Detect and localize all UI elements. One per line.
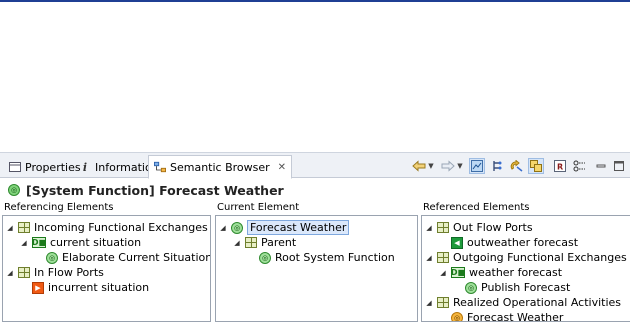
grid-category-icon (437, 297, 449, 308)
expand-toggle-icon[interactable]: ◢ (6, 224, 14, 232)
tree-item-label: incurrent situation (48, 281, 150, 294)
grid-category-icon (18, 267, 30, 278)
maximize-icon[interactable] (611, 158, 627, 174)
referenced-elements-panel: Referenced Elements ◢ Out Flow Ports ◀ o… (421, 202, 630, 322)
tree-item-selected[interactable]: ◢ ◎ Forecast Weather (219, 220, 350, 235)
tree-item-label: Forecast Weather (467, 311, 564, 322)
referenced-elements-header: Referenced Elements (423, 202, 530, 213)
grid-category-icon (437, 222, 449, 233)
tree-item[interactable]: ◢ Incoming Functional Exchanges (6, 220, 208, 235)
grid-category-icon (18, 222, 30, 233)
expand-toggle-icon[interactable]: ◢ (20, 239, 28, 247)
tree-item[interactable]: ◎ Root System Function (259, 250, 395, 265)
tree-item[interactable]: ▶ incurrent situation (32, 280, 149, 295)
tree-item[interactable]: ◢ D■ weather forecast (439, 265, 562, 280)
system-function-icon: ◎ (46, 251, 58, 264)
semantic-browser-icon (154, 161, 166, 173)
tree-item-label: Realized Operational Activities (453, 296, 622, 309)
show-diagram-icon[interactable] (469, 158, 485, 174)
tree-item[interactable]: ◢ D■ current situation (20, 235, 141, 250)
view-tab-bar: Properties i Information Semantic Browse… (0, 152, 630, 179)
expand-toggle-icon[interactable]: ◢ (6, 269, 14, 277)
expand-toggle-icon[interactable]: ◢ (219, 224, 227, 232)
tree-item-label: Parent (261, 236, 297, 249)
system-function-icon: ◎ (231, 221, 243, 234)
functional-exchange-icon: D■ (31, 237, 47, 248)
referencing-elements-tree[interactable]: ◢ Incoming Functional Exchanges ◢ D■ cur… (2, 215, 211, 322)
expand-toggle-icon[interactable]: ◢ (233, 239, 241, 247)
tree-item[interactable]: ◢ Parent (233, 235, 296, 250)
svg-text:R: R (557, 163, 563, 172)
output-port-icon: ◀ (451, 236, 463, 249)
tree-item-label: current situation (50, 236, 142, 249)
link-with-editor-icon[interactable] (489, 158, 505, 174)
tree-item[interactable]: ◢ Out Flow Ports (425, 220, 533, 235)
forward-history-dropdown-icon[interactable]: ▼ (456, 158, 464, 174)
referencing-elements-panel: Referencing Elements ◢ Incoming Function… (2, 202, 211, 322)
tree-item[interactable]: ◢ Outgoing Functional Exchanges (425, 250, 627, 265)
tab-semantic-browser[interactable]: Semantic Browser ✕ (148, 155, 293, 179)
forward-arrow-icon[interactable] (440, 158, 456, 174)
tree-item[interactable]: ◢ In Flow Ports (6, 265, 104, 280)
tree-item-label: In Flow Ports (34, 266, 104, 279)
tree-item-label: Publish Forecast (481, 281, 571, 294)
expand-toggle-icon[interactable]: ◢ (425, 224, 433, 232)
tree-item[interactable]: ◀ outweather forecast (451, 235, 578, 250)
tree-item-label: Incoming Functional Exchanges (34, 221, 208, 234)
current-element-header: Current Element (217, 202, 300, 213)
minimize-icon[interactable] (593, 158, 609, 174)
tree-item-label: outweather forecast (467, 236, 579, 249)
tree-item[interactable]: ◢ Realized Operational Activities (425, 295, 621, 310)
semantic-browser-view: Properties i Information Semantic Browse… (0, 152, 630, 322)
tree-item[interactable]: ◎ Publish Forecast (465, 280, 570, 295)
tree-item-label: Outgoing Functional Exchanges (453, 251, 627, 264)
back-history-dropdown-icon[interactable]: ▼ (427, 158, 435, 174)
current-element-tree[interactable]: ◢ ◎ Forecast Weather ◢ Parent ◎ Root Sys… (215, 215, 418, 322)
functional-exchange-icon: D■ (450, 267, 466, 278)
restrict-icon[interactable]: R (552, 158, 568, 174)
input-port-icon: ▶ (32, 281, 44, 294)
tree-item-label: weather forecast (469, 266, 563, 279)
tree-item-label: Elaborate Current Situation (62, 251, 211, 264)
page-title: [System Function] Forecast Weather (26, 182, 284, 198)
tree-item[interactable]: ◎ Elaborate Current Situation (46, 250, 211, 265)
tree-item[interactable]: ◎ Forecast Weather (451, 310, 564, 322)
system-function-icon: ◎ (8, 184, 20, 196)
expand-all-icon[interactable] (528, 158, 544, 174)
back-arrow-icon[interactable] (411, 158, 427, 174)
tab-properties-label: Properties (25, 160, 81, 174)
system-function-icon: ◎ (259, 251, 271, 264)
tree-item-label: Root System Function (275, 251, 395, 264)
grid-category-icon (245, 237, 257, 248)
tree-item-label: Out Flow Ports (453, 221, 533, 234)
tree-item-label: Forecast Weather (247, 220, 350, 235)
expand-toggle-icon[interactable]: ◢ (439, 269, 447, 277)
expand-toggle-icon[interactable]: ◢ (425, 299, 433, 307)
operational-activity-icon: ◎ (451, 311, 463, 321)
information-icon: i (82, 160, 88, 174)
close-icon[interactable]: ✕ (278, 162, 286, 173)
tab-semantic-browser-label: Semantic Browser (170, 160, 270, 174)
current-element-panel: Current Element ◢ ◎ Forecast Weather ◢ P… (215, 202, 418, 322)
referenced-elements-tree[interactable]: ◢ Out Flow Ports ◀ outweather forecast ◢… (421, 215, 630, 322)
element-title-row: ◎ [System Function] Forecast Weather (0, 180, 630, 200)
expand-toggle-icon[interactable]: ◢ (425, 254, 433, 262)
properties-icon (9, 161, 21, 173)
system-function-icon: ◎ (465, 281, 477, 294)
top-accent-rule (0, 0, 630, 2)
link-options-icon[interactable] (572, 158, 588, 174)
refresh-icon[interactable] (508, 158, 524, 174)
referencing-elements-header: Referencing Elements (4, 202, 114, 213)
grid-category-icon (437, 252, 449, 263)
